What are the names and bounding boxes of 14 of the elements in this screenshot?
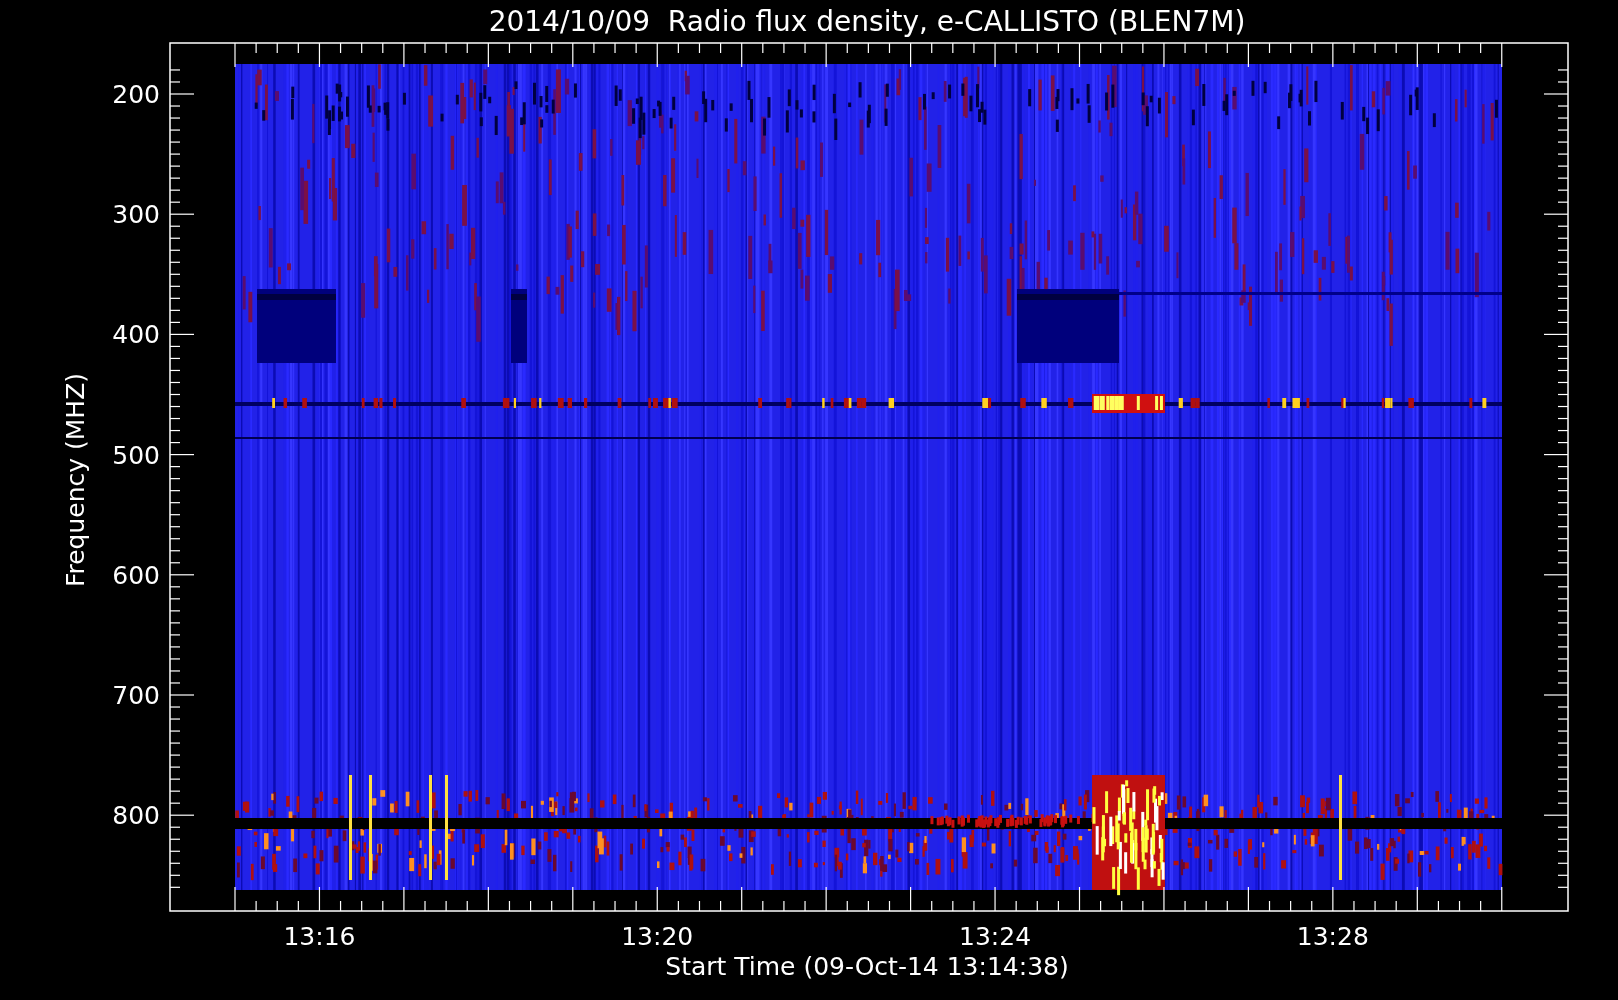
y-tick-label: 300 [112, 200, 160, 230]
x-tick-label: 13:28 [1296, 922, 1369, 951]
y-tick-label: 800 [112, 801, 160, 831]
y-tick-label: 400 [112, 320, 160, 350]
y-tick-label: 500 [112, 440, 160, 470]
x-tick-label: 13:24 [959, 922, 1032, 951]
x-axis-label: Start Time (09-Oct-14 13:14:38) [665, 952, 1069, 981]
y-tick-label: 600 [112, 560, 160, 590]
chart-title: 2014/10/09 Radio flux density, e-CALLISTO (BLEN7M) [488, 5, 1246, 38]
y-tick-label: 700 [112, 681, 160, 710]
x-tick-label: 13:16 [283, 922, 356, 951]
x-tick-label: 13:20 [621, 922, 694, 951]
y-tick-label: 200 [112, 80, 160, 109]
y-axis-label: Frequency (MHZ) [61, 372, 90, 588]
